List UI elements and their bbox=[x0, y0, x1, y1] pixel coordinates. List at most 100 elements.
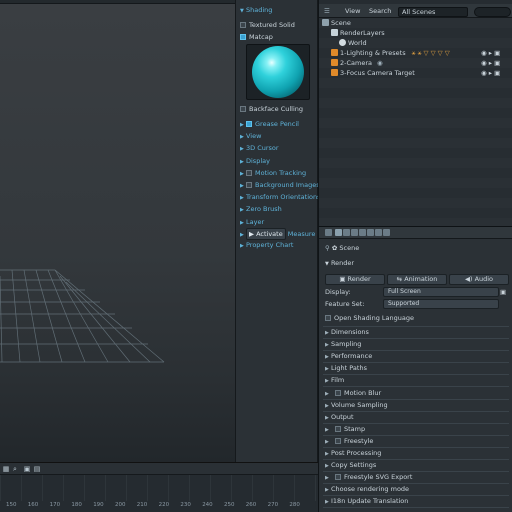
visibility-toggles[interactable]: ◉ ▸ ▣ bbox=[481, 68, 500, 78]
tool-section-2[interactable]: ▶ 3D Cursor bbox=[240, 143, 279, 153]
property-chart-panel[interactable]: ▶ Property Chart bbox=[240, 240, 293, 250]
visibility-toggles[interactable]: ◉ ▸ ▣ bbox=[481, 58, 500, 68]
frame-tick-label: 160 bbox=[27, 502, 39, 508]
tool-section-4[interactable]: ▶ Motion Tracking bbox=[240, 168, 306, 178]
lock-icon[interactable]: ▣ bbox=[500, 287, 506, 298]
display-mode-select[interactable]: All Scenes bbox=[398, 7, 468, 17]
panel-5[interactable]: ▶ Motion Blur bbox=[325, 388, 381, 399]
world-tab-icon[interactable] bbox=[359, 229, 366, 236]
display-select[interactable]: Full Screen bbox=[383, 287, 499, 297]
view-menu-icon[interactable]: ▦ bbox=[2, 465, 10, 473]
speaker-icon: ◀) bbox=[464, 275, 473, 283]
checkbox-icon bbox=[240, 22, 246, 28]
panel-label: Light Paths bbox=[331, 364, 367, 373]
panel-label: Sampling bbox=[331, 340, 362, 349]
activate-row: ▶ ▶ Activate Measure bbox=[240, 228, 316, 240]
viewport-properties-panel: ▼ Shading Textured Solid Matcap Backface … bbox=[235, 0, 320, 462]
panel-label: Dimensions bbox=[331, 328, 369, 336]
tool-section-label: 3D Cursor bbox=[246, 144, 279, 153]
view-menu[interactable]: View bbox=[345, 7, 360, 15]
tree-row-lighting[interactable]: 1-Lighting & Presets ⚹ ⚹ ▽ ▽ ▽ ▽ bbox=[331, 48, 450, 58]
tree-row-camera[interactable]: 2-Camera ◉ bbox=[331, 58, 383, 68]
measure-button[interactable]: Measure bbox=[288, 230, 316, 238]
expand-arrow-icon: ▼ bbox=[325, 261, 329, 267]
checkbox-icon[interactable] bbox=[335, 425, 341, 432]
tree-row-focus-target[interactable]: 3-Focus Camera Target bbox=[331, 68, 415, 78]
renderlayers-icon bbox=[331, 29, 338, 36]
render-layers-tab-icon[interactable] bbox=[343, 229, 350, 236]
data-tab-icon[interactable] bbox=[383, 229, 390, 236]
backface-culling-label: Backface Culling bbox=[249, 105, 304, 113]
tree-row-label: RenderLayers bbox=[340, 29, 385, 37]
outliner-search-input[interactable] bbox=[474, 7, 511, 17]
tree-row-world[interactable]: World bbox=[339, 38, 367, 48]
render-tab-icon[interactable] bbox=[335, 229, 342, 236]
tool-section-5[interactable]: ▶ Background Images bbox=[240, 180, 320, 190]
checkbox-icon[interactable] bbox=[246, 169, 252, 176]
textured-solid-toggle[interactable]: Textured Solid bbox=[240, 20, 295, 30]
panel-1[interactable]: ▶ Sampling bbox=[325, 339, 361, 350]
search-menu[interactable]: Search bbox=[369, 7, 391, 15]
panel-8[interactable]: ▶ Stamp bbox=[325, 424, 365, 435]
tree-row-scene[interactable]: Scene bbox=[322, 18, 351, 28]
panel-12[interactable]: ▶ Freestyle SVG Export bbox=[325, 472, 412, 483]
matcap-toggle[interactable]: Matcap bbox=[240, 32, 273, 42]
scene-tab-icon[interactable] bbox=[351, 229, 358, 236]
tool-section-1[interactable]: ▶ View bbox=[240, 131, 261, 141]
animation-button-label: Animation bbox=[404, 275, 438, 283]
tool-section-6[interactable]: ▶ Transform Orientations bbox=[240, 192, 320, 202]
frame-ruler: 150 160 170 180 190 200 210 220 230 240 250 260 270 2… bbox=[0, 501, 318, 512]
render-icon[interactable]: ▤ bbox=[33, 465, 41, 473]
shading-panel-header[interactable]: ▼ Shading bbox=[240, 5, 272, 15]
render-panel-header[interactable]: ▼ Render bbox=[325, 258, 354, 269]
tool-section-label: Layer bbox=[246, 217, 265, 226]
pin-icon[interactable]: ⚲ bbox=[325, 244, 330, 252]
panel-label: Output bbox=[331, 412, 354, 421]
feature-set-select[interactable]: Supported bbox=[383, 299, 499, 309]
editor-type-icon[interactable]: ☰ bbox=[324, 7, 330, 15]
checkbox-icon[interactable] bbox=[335, 437, 341, 444]
camera-icon[interactable]: ▣ bbox=[23, 465, 31, 473]
checkbox-icon[interactable] bbox=[335, 389, 341, 396]
panel-7[interactable]: ▶ Output bbox=[325, 412, 354, 423]
panel-14[interactable]: ▶ I18n Update Translation bbox=[325, 496, 408, 507]
panel-6[interactable]: ▶ Volume Sampling bbox=[325, 400, 388, 411]
panel-4[interactable]: ▶ Film bbox=[325, 375, 344, 386]
activate-button[interactable]: ▶ Activate bbox=[246, 228, 286, 240]
frame-tick-label: 230 bbox=[180, 502, 191, 508]
panel-11[interactable]: ▶ Copy Settings bbox=[325, 460, 376, 471]
panel-10[interactable]: ▶ Post Processing bbox=[325, 448, 381, 459]
visibility-toggles[interactable]: ◉ ▸ ▣ bbox=[481, 48, 500, 58]
checkbox-icon[interactable] bbox=[246, 182, 252, 188]
render-button[interactable]: ▣ Render bbox=[325, 274, 385, 285]
timeline[interactable]: 150 160 170 180 190 200 210 220 230 240 250 260 270 2… bbox=[0, 474, 318, 512]
scene-icon: ✿ bbox=[331, 244, 338, 252]
tool-section-8[interactable]: ▶ Layer bbox=[240, 217, 264, 227]
panel-label: I18n Update Translation bbox=[331, 497, 409, 506]
panel-13[interactable]: ▶ Choose rendering mode bbox=[325, 484, 409, 495]
panel-label: Post Processing bbox=[331, 449, 382, 457]
panel-3[interactable]: ▶ Light Paths bbox=[325, 363, 367, 374]
frame-tick-label: 180 bbox=[71, 502, 82, 508]
zoom-icon[interactable]: ⌕ bbox=[11, 465, 19, 473]
tool-section-0[interactable]: ▶ Grease Pencil bbox=[240, 119, 299, 129]
constraints-tab-icon[interactable] bbox=[375, 229, 382, 236]
panel-0[interactable]: ▶ Dimensions bbox=[325, 327, 369, 338]
tool-section-3[interactable]: ▶ Display bbox=[240, 156, 270, 166]
panel-2[interactable]: ▶ Performance bbox=[325, 351, 372, 362]
object-tab-icon[interactable] bbox=[367, 229, 374, 236]
checkbox-icon[interactable] bbox=[335, 474, 341, 481]
tool-section-7[interactable]: ▶ Zero Brush bbox=[240, 204, 282, 214]
animation-button[interactable]: ⇆ Animation bbox=[387, 274, 447, 285]
backface-culling-toggle[interactable]: Backface Culling bbox=[240, 104, 303, 114]
matcap-preview[interactable] bbox=[246, 44, 310, 100]
audio-button[interactable]: ◀) Audio bbox=[449, 274, 509, 285]
panel-9[interactable]: ▶ Freestyle bbox=[325, 436, 373, 447]
3d-viewport[interactable] bbox=[0, 0, 235, 462]
editor-type-icon[interactable] bbox=[325, 229, 332, 236]
camera-object-icon bbox=[331, 59, 338, 66]
panel-label: Freestyle bbox=[344, 436, 374, 445]
osl-toggle[interactable]: Open Shading Language bbox=[325, 313, 414, 324]
tree-row-renderlayers[interactable]: RenderLayers bbox=[331, 28, 385, 38]
checkbox-icon[interactable] bbox=[246, 121, 252, 127]
